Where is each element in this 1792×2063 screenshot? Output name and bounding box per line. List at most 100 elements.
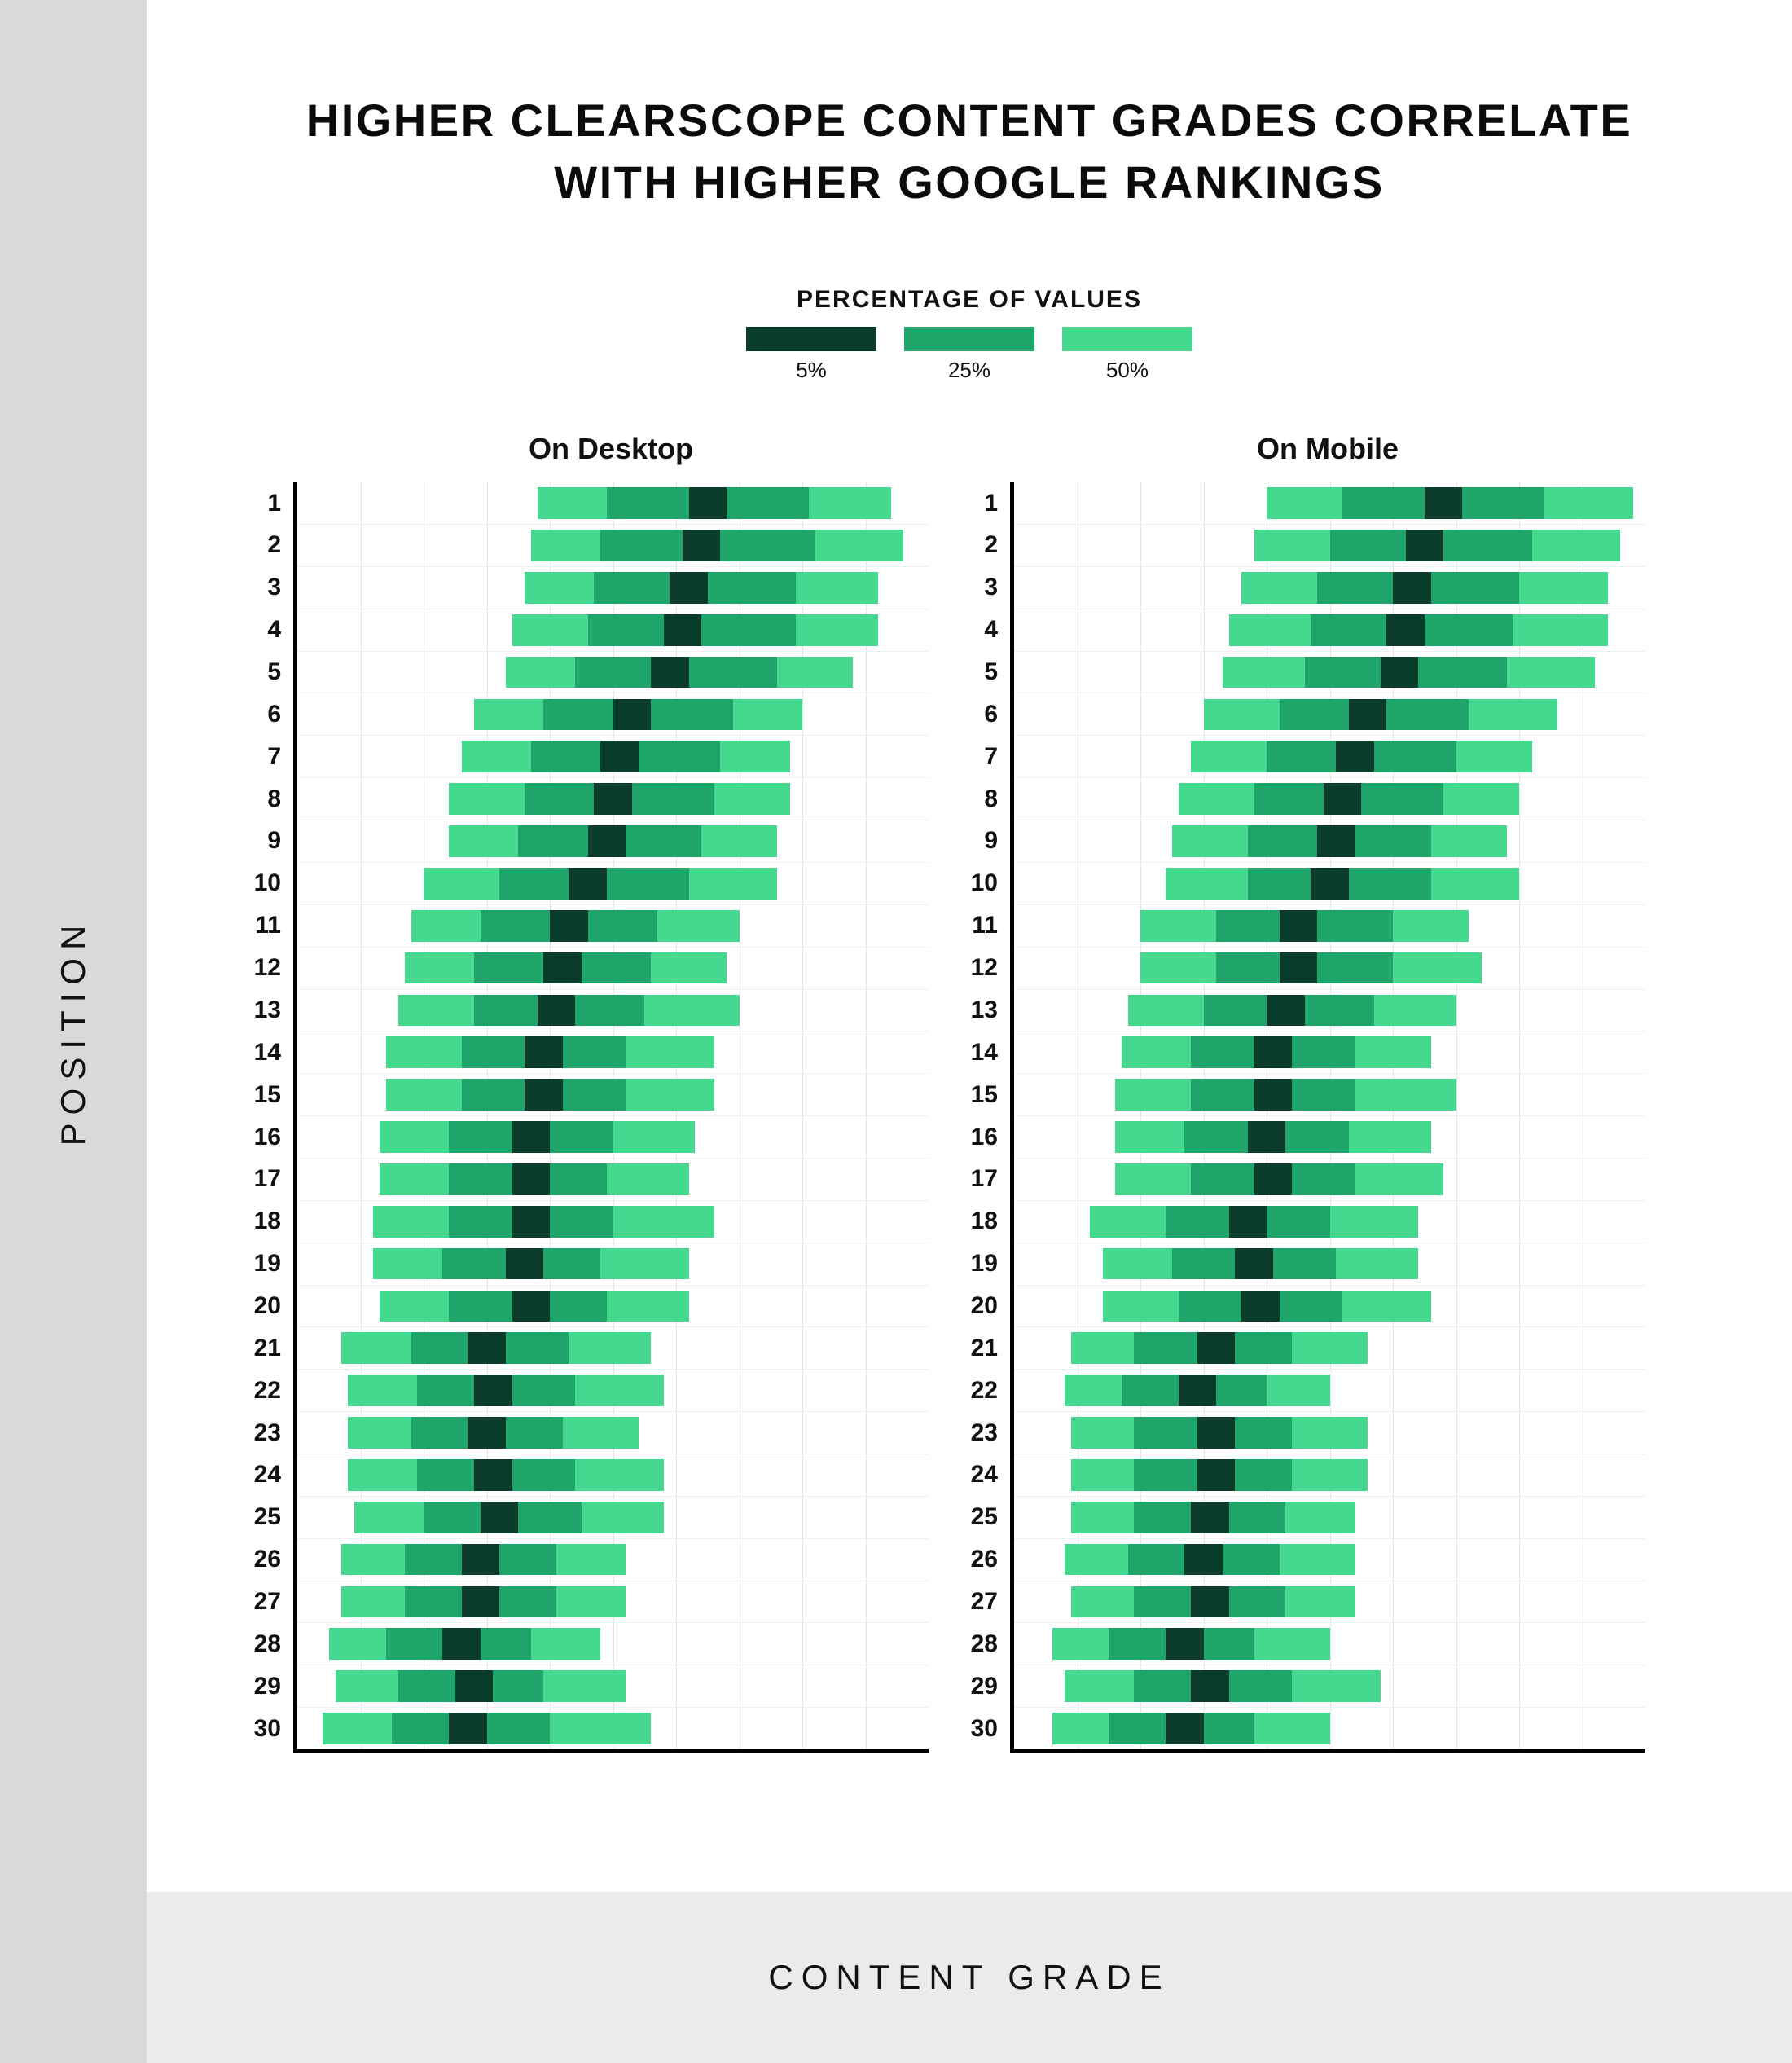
- chart-row: 5: [1014, 652, 1645, 694]
- y-tick: 20: [254, 1292, 297, 1320]
- band-dark: [1241, 1291, 1280, 1322]
- band-dark: [1317, 825, 1355, 857]
- band-dark: [512, 1206, 551, 1238]
- y-tick: 6: [984, 701, 1014, 728]
- y-tick: 25: [971, 1503, 1014, 1531]
- percentile-bar: [1071, 1332, 1368, 1364]
- percentile-bar: [449, 783, 790, 815]
- percentile-bar: [1140, 910, 1469, 942]
- percentile-bar: [1229, 614, 1608, 646]
- y-tick: 16: [971, 1124, 1014, 1151]
- band-dark: [506, 1248, 544, 1280]
- y-tick: 17: [971, 1165, 1014, 1193]
- band-dark: [1267, 995, 1305, 1027]
- chart-card: HIGHER CLEARSCOPE CONTENT GRADES CORRELA…: [147, 0, 1792, 1892]
- percentile-bar: [1052, 1628, 1330, 1660]
- percentile-bar: [1065, 1544, 1355, 1576]
- percentile-bar: [1052, 1713, 1330, 1744]
- chart-row: 23: [297, 1412, 929, 1454]
- chart-row: 15: [1014, 1074, 1645, 1116]
- panel-title-mobile: On Mobile: [1257, 432, 1399, 466]
- percentile-bar: [1254, 530, 1621, 561]
- percentile-bar: [1122, 1036, 1431, 1068]
- title-line-2: WITH HIGHER GOOGLE RANKINGS: [554, 156, 1385, 208]
- y-tick: 14: [254, 1039, 297, 1067]
- band-dark: [1166, 1628, 1204, 1660]
- chart-row: 26: [1014, 1539, 1645, 1581]
- band-dark: [664, 614, 702, 646]
- band-dark: [1381, 657, 1419, 688]
- y-tick: 28: [971, 1630, 1014, 1658]
- chart-row: 27: [1014, 1581, 1645, 1624]
- band-dark: [1197, 1459, 1236, 1491]
- chart-row: 13: [297, 990, 929, 1032]
- band-dark: [613, 699, 652, 731]
- y-tick: 10: [254, 869, 297, 897]
- legend-item-50: 50%: [1062, 327, 1192, 383]
- x-axis-label: CONTENT GRADE: [768, 1958, 1170, 1997]
- chart-row: 2: [297, 525, 929, 567]
- chart-row: 5: [297, 652, 929, 694]
- band-dark: [481, 1502, 519, 1533]
- band-dark: [449, 1713, 487, 1744]
- y-tick: 2: [267, 531, 297, 559]
- y-tick: 2: [984, 531, 1014, 559]
- percentile-bar: [512, 614, 879, 646]
- percentile-bar: [1267, 487, 1633, 519]
- band-dark: [1425, 487, 1463, 519]
- y-tick: 13: [254, 996, 297, 1024]
- percentile-bar: [380, 1121, 696, 1153]
- legend-label-50: 50%: [1106, 358, 1149, 383]
- chart-row: 3: [1014, 567, 1645, 609]
- y-tick: 19: [254, 1250, 297, 1278]
- y-tick: 20: [971, 1292, 1014, 1320]
- chart-row: 7: [297, 736, 929, 778]
- band-dark: [550, 910, 588, 942]
- legend-title: PERCENTAGE OF VALUES: [746, 286, 1192, 314]
- panel-title-desktop: On Desktop: [529, 432, 693, 466]
- band-dark: [1191, 1670, 1229, 1702]
- chart-row: 4: [297, 609, 929, 652]
- y-tick: 23: [971, 1419, 1014, 1447]
- chart-row: 11: [1014, 905, 1645, 948]
- title-line-1: HIGHER CLEARSCOPE CONTENT GRADES CORRELA…: [306, 95, 1632, 146]
- percentile-bar: [1172, 825, 1507, 857]
- band-dark: [594, 783, 632, 815]
- percentile-bar: [474, 699, 802, 731]
- y-tick: 12: [971, 954, 1014, 982]
- percentile-bar: [1204, 699, 1557, 731]
- band-dark: [442, 1628, 481, 1660]
- y-tick: 5: [984, 658, 1014, 686]
- percentile-bar: [341, 1544, 626, 1576]
- percentile-bar: [1071, 1459, 1368, 1491]
- y-tick: 28: [254, 1630, 297, 1658]
- y-tick: 8: [984, 785, 1014, 813]
- y-tick: 18: [971, 1207, 1014, 1235]
- band-dark: [538, 995, 576, 1027]
- percentile-bar: [380, 1291, 689, 1322]
- band-dark: [651, 657, 689, 688]
- y-tick: 4: [984, 616, 1014, 644]
- percentile-bar: [354, 1502, 664, 1533]
- percentile-bar: [348, 1375, 664, 1406]
- band-dark: [543, 952, 582, 984]
- chart-row: 30: [1014, 1708, 1645, 1749]
- band-dark: [1311, 868, 1349, 900]
- band-dark: [462, 1544, 500, 1576]
- chart-row: 14: [297, 1032, 929, 1074]
- band-dark: [462, 1586, 500, 1618]
- chart-row: 19: [1014, 1243, 1645, 1286]
- chart-row: 12: [297, 948, 929, 990]
- band-dark: [1229, 1206, 1267, 1238]
- y-tick: 15: [254, 1081, 297, 1109]
- panel-desktop: On Desktop 12345678910111213141516171819…: [293, 432, 929, 1753]
- y-tick: 6: [267, 701, 297, 728]
- percentile-bar: [405, 952, 727, 984]
- y-tick: 29: [254, 1673, 297, 1700]
- percentile-bar: [1166, 868, 1519, 900]
- chart-row: 1: [297, 482, 929, 525]
- chart-row: 17: [1014, 1159, 1645, 1201]
- chart-row: 18: [297, 1201, 929, 1243]
- band-dark: [1197, 1332, 1236, 1364]
- chart-row: 9: [297, 820, 929, 863]
